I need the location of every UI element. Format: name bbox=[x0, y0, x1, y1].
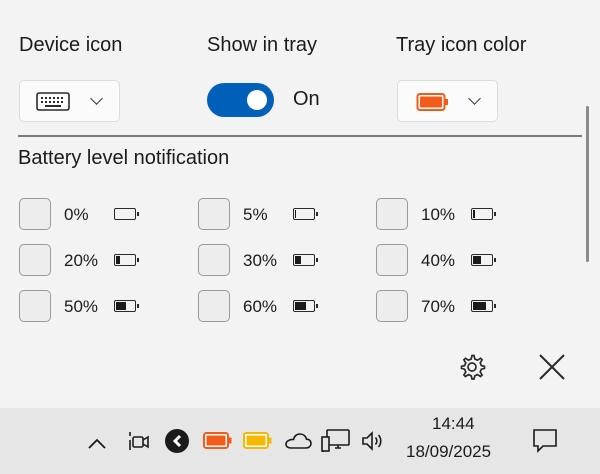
checkbox[interactable] bbox=[19, 290, 51, 322]
battery-level-option[interactable]: 5% bbox=[198, 196, 348, 236]
volume-icon[interactable] bbox=[360, 429, 386, 453]
notification-icon[interactable] bbox=[531, 427, 559, 455]
battery-level-option[interactable]: 30% bbox=[198, 242, 348, 282]
close-icon[interactable] bbox=[535, 350, 569, 384]
cloud-icon[interactable] bbox=[283, 430, 313, 452]
toggle-knob bbox=[247, 90, 267, 110]
g-logo-icon[interactable] bbox=[164, 428, 190, 454]
battery-fill bbox=[295, 302, 306, 310]
chevron-up-icon[interactable] bbox=[87, 438, 107, 450]
battery-color-swatch-icon bbox=[416, 93, 448, 111]
battery-fill bbox=[473, 256, 481, 264]
battery-level-label: 50% bbox=[64, 297, 99, 316]
battery-icon bbox=[293, 300, 318, 312]
battery-icon bbox=[471, 300, 496, 312]
scrollbar-thumb[interactable] bbox=[586, 106, 589, 262]
checkbox[interactable] bbox=[198, 290, 230, 322]
battery-level-label: 20% bbox=[64, 251, 99, 270]
battery-level-option[interactable]: 70% bbox=[376, 288, 526, 328]
battery-fill bbox=[116, 302, 126, 310]
taskbar: 14:44 18/09/2025 bbox=[0, 408, 600, 474]
battery-level-option[interactable]: 40% bbox=[376, 242, 526, 282]
battery-icon bbox=[471, 254, 496, 266]
clock-time[interactable]: 14:44 bbox=[432, 414, 475, 434]
checkbox[interactable] bbox=[376, 244, 408, 276]
show-in-tray-toggle[interactable] bbox=[207, 83, 274, 117]
battery-fill bbox=[295, 210, 296, 218]
section-divider bbox=[18, 135, 582, 137]
battery-notification-title: Battery level notification bbox=[18, 147, 230, 169]
battery-fill bbox=[473, 302, 486, 310]
checkbox[interactable] bbox=[198, 244, 230, 276]
battery-icon bbox=[114, 254, 139, 266]
battery-icon bbox=[471, 208, 496, 220]
battery-icon bbox=[114, 300, 139, 312]
checkbox[interactable] bbox=[376, 290, 408, 322]
tray-icon-color-dropdown[interactable] bbox=[397, 80, 498, 122]
battery-orange-icon[interactable] bbox=[203, 431, 233, 451]
battery-icon bbox=[114, 208, 139, 220]
chevron-down-icon bbox=[90, 92, 103, 105]
checkbox[interactable] bbox=[19, 198, 51, 230]
battery-yellow-icon[interactable] bbox=[243, 431, 273, 451]
battery-level-option[interactable]: 50% bbox=[19, 288, 169, 328]
battery-icon bbox=[293, 254, 318, 266]
gear-icon[interactable] bbox=[456, 351, 488, 383]
battery-fill bbox=[473, 210, 475, 218]
battery-level-label: 5% bbox=[243, 205, 268, 224]
device-icon-header: Device icon bbox=[19, 34, 123, 56]
battery-level-option[interactable]: 60% bbox=[198, 288, 348, 328]
chevron-down-icon bbox=[468, 92, 481, 105]
device-icon-dropdown[interactable] bbox=[19, 80, 120, 122]
battery-level-label: 10% bbox=[421, 205, 456, 224]
battery-level-option[interactable]: 0% bbox=[19, 196, 169, 236]
toggle-state-label: On bbox=[293, 88, 320, 110]
settings-panel: Device icon Show in tray Tray icon color… bbox=[0, 0, 600, 408]
battery-level-label: 30% bbox=[243, 251, 278, 270]
battery-icon bbox=[293, 208, 318, 220]
battery-level-label: 0% bbox=[64, 205, 89, 224]
show-in-tray-header: Show in tray bbox=[207, 34, 318, 56]
clock-date[interactable]: 18/09/2025 bbox=[406, 442, 491, 462]
battery-level-label: 70% bbox=[421, 297, 456, 316]
battery-level-label: 60% bbox=[243, 297, 278, 316]
battery-fill bbox=[295, 256, 301, 264]
video-camera-icon[interactable] bbox=[126, 429, 150, 453]
checkbox[interactable] bbox=[376, 198, 408, 230]
battery-level-label: 40% bbox=[421, 251, 456, 270]
tray-icon-color-header: Tray icon color bbox=[396, 34, 527, 56]
battery-fill bbox=[116, 256, 120, 264]
network-icon[interactable] bbox=[321, 428, 351, 454]
checkbox[interactable] bbox=[19, 244, 51, 276]
keyboard-icon bbox=[36, 92, 70, 111]
battery-level-option[interactable]: 10% bbox=[376, 196, 526, 236]
battery-level-option[interactable]: 20% bbox=[19, 242, 169, 282]
checkbox[interactable] bbox=[198, 198, 230, 230]
